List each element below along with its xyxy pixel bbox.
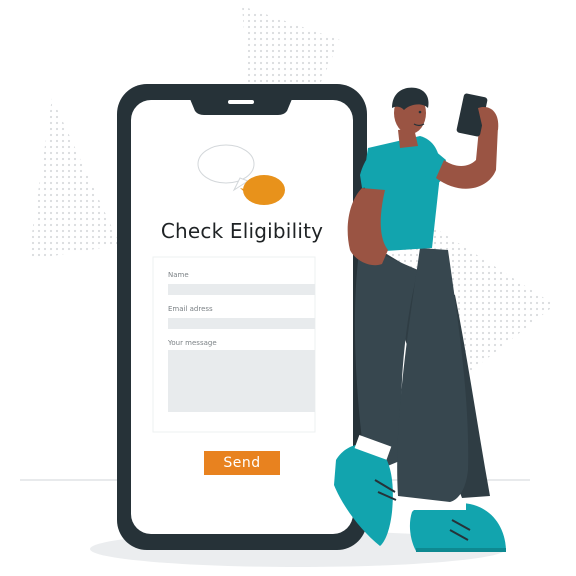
name-field[interactable]: [168, 284, 315, 295]
illustration-canvas: Check Eligibility Name Email adress Your…: [0, 0, 576, 576]
dotted-triangle-left: [28, 98, 120, 260]
email-label: Email adress: [168, 305, 213, 313]
message-label: Your message: [168, 339, 217, 347]
name-label: Name: [168, 271, 189, 279]
page-title: Check Eligibility: [160, 219, 324, 243]
phone-screen-ui: Check Eligibility Name Email adress Your…: [131, 100, 353, 534]
message-field[interactable]: [168, 350, 315, 412]
send-button[interactable]: Send: [204, 451, 280, 475]
email-field[interactable]: [168, 318, 315, 329]
